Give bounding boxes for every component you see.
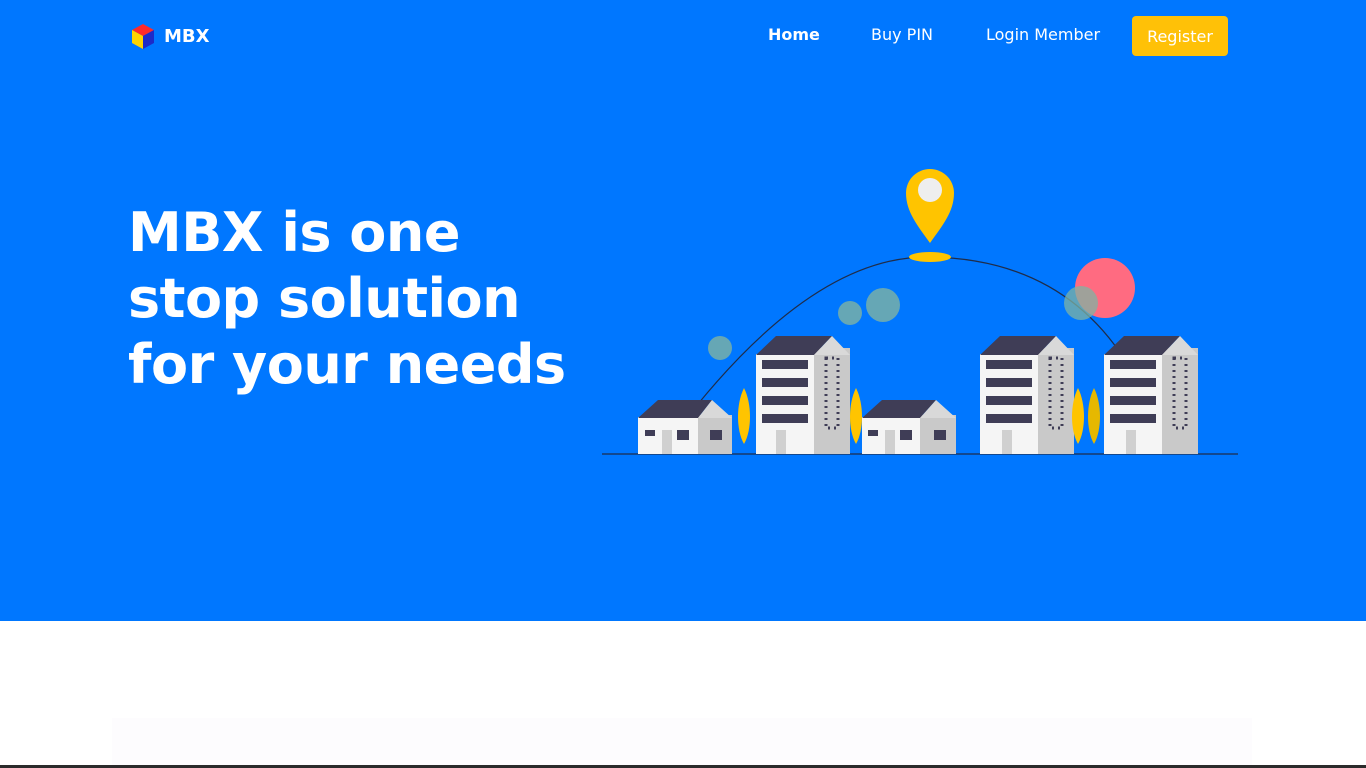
brand-link[interactable]: MBX [130,22,210,50]
nav-login-member-link[interactable]: Login Member [986,25,1100,44]
nav-buy-pin-link[interactable]: Buy PIN [871,25,933,44]
brand-name: MBX [164,25,210,47]
register-button[interactable]: Register [1132,16,1228,56]
city-buildings-location-pin-illustration [602,169,1238,455]
location-pin-icon [906,169,954,262]
navbar: MBX Home Buy PIN Login Member Register [0,0,1366,72]
hero-section: MBX Home Buy PIN Login Member Register M… [0,0,1366,621]
content-section-card [112,718,1252,768]
cube-logo-icon [132,24,154,49]
hero-headline: MBX is one stop solution for your needs [128,201,566,396]
nav-home-link[interactable]: Home [768,25,820,44]
